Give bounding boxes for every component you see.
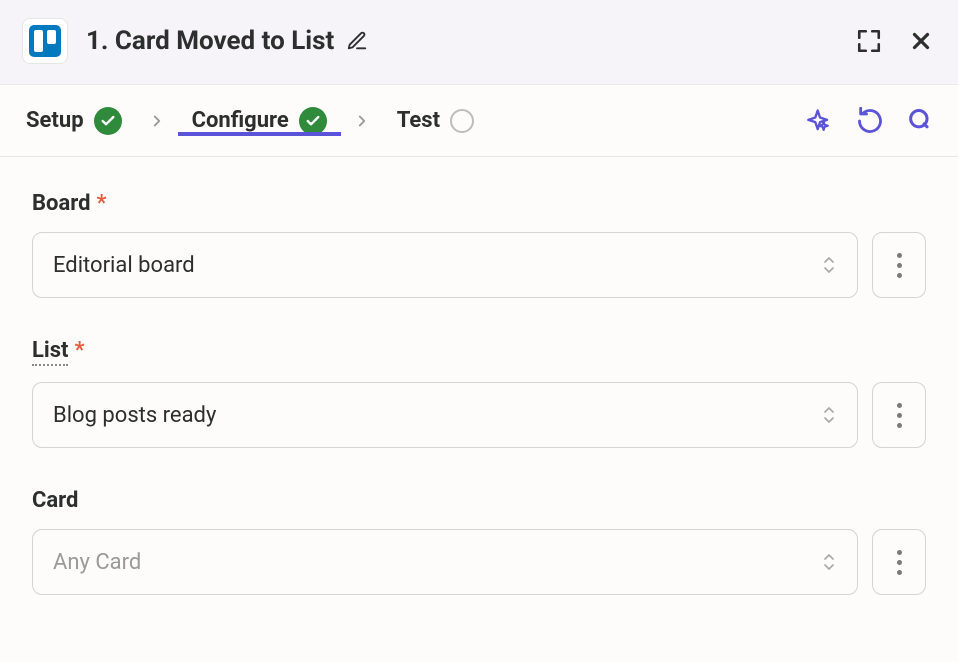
step-label: Configure	[192, 108, 289, 133]
active-tab-underline	[178, 132, 341, 136]
chevron-right-icon	[148, 112, 166, 130]
chevron-updown-icon	[821, 405, 837, 425]
pending-status-icon	[450, 109, 474, 133]
app-icon-container	[22, 18, 68, 64]
select-placeholder: Any Card	[53, 550, 141, 575]
select-value: Editorial board	[53, 253, 195, 278]
sparkle-icon[interactable]	[806, 107, 834, 135]
label-text: List	[32, 338, 68, 366]
steps-nav: Setup Configure Test	[0, 85, 958, 157]
list-more-button[interactable]	[872, 382, 926, 448]
step-actions	[806, 107, 934, 135]
chevron-right-icon	[353, 112, 371, 130]
more-vertical-icon	[897, 253, 902, 278]
expand-icon[interactable]	[856, 28, 882, 54]
panel-header: 1. Card Moved to List	[0, 0, 958, 85]
step-test[interactable]: Test	[395, 108, 476, 133]
board-field-row: Editorial board	[32, 232, 926, 298]
close-icon[interactable]	[908, 28, 934, 54]
search-icon[interactable]	[906, 107, 934, 135]
configure-form: Board * Editorial board List * Blog post…	[0, 157, 958, 595]
step-label: Setup	[26, 108, 84, 133]
panel-title: 1. Card Moved to List	[86, 26, 334, 56]
board-more-button[interactable]	[872, 232, 926, 298]
chevron-updown-icon	[821, 255, 837, 275]
more-vertical-icon	[897, 550, 902, 575]
label-text: Card	[32, 488, 78, 513]
edit-title-icon[interactable]	[346, 30, 368, 52]
step-setup[interactable]: Setup	[24, 107, 124, 135]
board-select[interactable]: Editorial board	[32, 232, 858, 298]
undo-icon[interactable]	[856, 107, 884, 135]
required-asterisk: *	[96, 191, 106, 216]
trello-icon	[29, 25, 61, 57]
card-select[interactable]: Any Card	[32, 529, 858, 595]
header-actions	[856, 28, 934, 54]
card-label: Card	[32, 488, 926, 513]
list-field-row: Blog posts ready	[32, 382, 926, 448]
label-text: Board	[32, 191, 90, 216]
more-vertical-icon	[897, 403, 902, 428]
select-value: Blog posts ready	[53, 403, 216, 428]
chevron-updown-icon	[821, 552, 837, 572]
check-icon	[299, 107, 327, 135]
card-field-row: Any Card	[32, 529, 926, 595]
step-configure[interactable]: Configure	[190, 107, 329, 135]
required-asterisk: *	[74, 338, 84, 363]
list-label: List *	[32, 338, 926, 366]
card-more-button[interactable]	[872, 529, 926, 595]
step-label: Test	[397, 108, 440, 133]
board-label: Board *	[32, 191, 926, 216]
list-select[interactable]: Blog posts ready	[32, 382, 858, 448]
check-icon	[94, 107, 122, 135]
